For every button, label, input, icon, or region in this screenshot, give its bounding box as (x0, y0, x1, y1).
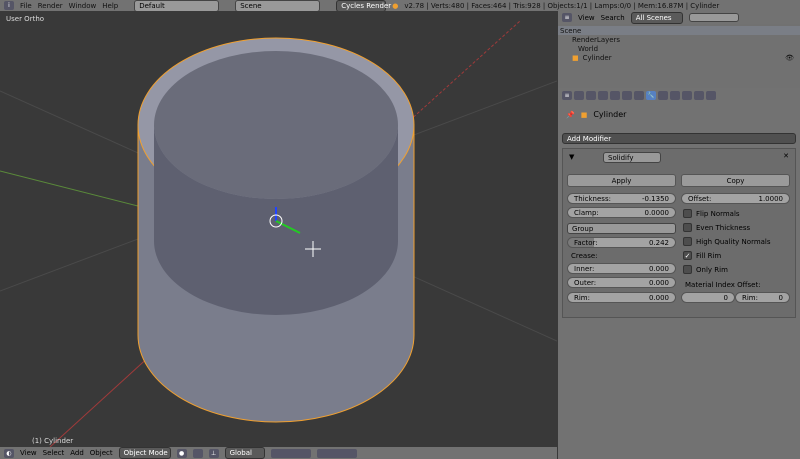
remove-modifier-icon[interactable]: ✕ (783, 152, 789, 160)
tab-scene-icon[interactable] (598, 91, 608, 100)
pin-icon[interactable]: 📌 (566, 111, 575, 119)
tab-render-icon[interactable] (574, 91, 584, 100)
outliner-menu-search[interactable]: Search (601, 14, 625, 22)
outliner: ≡ View Search All Scenes Scene RenderLay… (558, 11, 800, 88)
layers-icon[interactable] (270, 448, 311, 458)
outliner-search-input[interactable] (688, 13, 739, 22)
cylinder-inner (154, 51, 398, 199)
context-object: Cylinder (593, 110, 627, 119)
object-icon: ■ (580, 110, 588, 119)
material-offset-label: Material Index Offset: (685, 281, 761, 289)
flip-normals-checkbox[interactable]: Flip Normals (683, 209, 740, 218)
collapse-icon[interactable]: ▼ (569, 153, 574, 161)
material-rim-offset-field[interactable]: Rim: 0 (735, 292, 790, 303)
layers-icon-2[interactable] (316, 448, 357, 458)
material-offset-field[interactable]: 0 (681, 292, 735, 303)
tab-physics-icon[interactable] (706, 91, 716, 100)
outliner-filter[interactable]: All Scenes (630, 11, 683, 24)
menu-window[interactable]: Window (69, 2, 97, 10)
menu-select[interactable]: Select (43, 449, 65, 457)
vertex-group-field[interactable]: Group (567, 223, 676, 234)
3d-viewport[interactable]: User Ortho (1) Cylinder (0, 11, 557, 447)
thickness-field[interactable]: Thickness: -0.1350 (567, 193, 676, 204)
menu-object[interactable]: Object (90, 449, 113, 457)
factor-slider[interactable]: Factor: 0.242 (567, 237, 676, 248)
orientation-select[interactable]: Global (224, 447, 265, 459)
properties-type-icon[interactable]: ≡ (562, 91, 572, 100)
tab-world-icon[interactable] (610, 91, 620, 100)
menu-help[interactable]: Help (102, 2, 118, 10)
scene-selector[interactable]: Scene (235, 0, 321, 12)
crease-outer-field[interactable]: Outer: 0.000 (567, 277, 676, 288)
tab-texture-icon[interactable] (682, 91, 692, 100)
mode-select[interactable]: Object Mode (118, 447, 171, 459)
even-thickness-checkbox[interactable]: Even Thickness (683, 223, 750, 232)
add-modifier-dropdown[interactable]: Add Modifier (562, 133, 796, 144)
properties-editor: ≡ 🔧 📌 ■ Cylinder Add Modifier ▼ Solidify … (558, 88, 800, 459)
crease-inner-field[interactable]: Inner: 0.000 (567, 263, 676, 274)
tab-material-icon[interactable] (670, 91, 680, 100)
fill-rim-checkbox[interactable]: ✓ Fill Rim (683, 251, 721, 260)
menu-view[interactable]: View (20, 449, 37, 457)
outliner-menu-view[interactable]: View (578, 14, 595, 22)
tab-layers-icon[interactable] (586, 91, 596, 100)
outliner-type-icon[interactable]: ≡ (562, 13, 572, 22)
top-bar: i File Render Window Help Default Scene … (0, 0, 800, 12)
view-label: User Ortho (6, 15, 45, 23)
tab-particles-icon[interactable] (694, 91, 704, 100)
outliner-item-renderlayers[interactable]: RenderLayers (558, 35, 800, 44)
scene-canvas (0, 20, 557, 447)
crease-rim-field[interactable]: Rim: 0.000 (567, 292, 676, 303)
apply-button[interactable]: Apply (567, 174, 676, 187)
copy-button[interactable]: Copy (681, 174, 790, 187)
blender-icon: ● (392, 1, 399, 10)
shading-icon[interactable]: ● (176, 448, 187, 458)
object-icon: ■ (572, 53, 579, 62)
info-stats: v2.78 | Verts:480 | Faces:464 | Tris:928… (404, 1, 720, 10)
object-label: (1) Cylinder (32, 437, 74, 445)
menu-file[interactable]: File (20, 2, 32, 10)
editor-type-icon[interactable]: i (4, 1, 14, 10)
only-rim-checkbox[interactable]: Only Rim (683, 265, 728, 274)
outliner-item-world[interactable]: World (558, 44, 800, 53)
outliner-item-cylinder[interactable]: ■ Cylinder 👁 (558, 53, 800, 62)
modifier-name-input[interactable]: Solidify (603, 152, 661, 163)
tab-object-icon[interactable] (622, 91, 632, 100)
screen-selector[interactable]: Default (134, 0, 220, 12)
crease-label: Crease: (571, 252, 598, 260)
viewport-header: ◐ View Select Add Object Object Mode ● ⊥… (0, 447, 557, 459)
offset-field[interactable]: Offset: 1.0000 (681, 193, 790, 204)
manipulator-icon[interactable]: ⊥ (208, 448, 219, 458)
clamp-field[interactable]: Clamp: 0.0000 (567, 207, 676, 218)
render-engine-select[interactable]: Cycles Render (336, 0, 391, 12)
visibility-icon: 👁 (785, 53, 794, 62)
menu-add[interactable]: Add (70, 449, 84, 457)
high-quality-normals-checkbox[interactable]: High Quality Normals (683, 237, 771, 246)
pivot-icon[interactable] (192, 448, 203, 458)
editor-type-icon[interactable]: ◐ (4, 448, 14, 458)
tab-modifiers-icon[interactable]: 🔧 (646, 91, 656, 100)
menu-render[interactable]: Render (38, 2, 63, 10)
solidify-modifier-panel: ▼ Solidify ✕ Apply Copy Thickness: -0.135… (562, 148, 796, 318)
outliner-item-scene[interactable]: Scene (558, 26, 800, 35)
tab-constraints-icon[interactable] (634, 91, 644, 100)
tab-data-icon[interactable] (658, 91, 668, 100)
